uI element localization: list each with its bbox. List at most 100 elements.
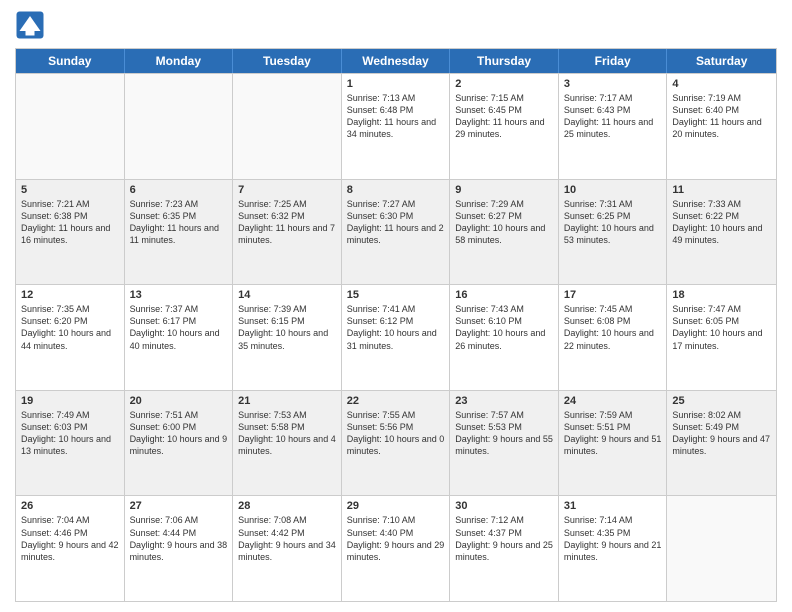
cell-info: Sunrise: 7:39 AMSunset: 6:15 PMDaylight:… [238, 303, 336, 352]
calendar-cell-1: 1 Sunrise: 7:13 AMSunset: 6:48 PMDaylight… [342, 74, 451, 179]
cell-info: Sunrise: 7:33 AMSunset: 6:22 PMDaylight:… [672, 198, 771, 247]
day-number: 22 [347, 395, 445, 407]
cell-info: Sunrise: 7:41 AMSunset: 6:12 PMDaylight:… [347, 303, 445, 352]
calendar-cell-3: 3Sunrise: 7:17 AMSunset: 6:43 PMDaylight… [559, 74, 668, 179]
day-header-wednesday: Wednesday [342, 49, 451, 73]
calendar-row-4: 19 Sunrise: 7:49 AMSunset: 6:03 PMDayligh… [16, 390, 776, 496]
calendar-cell-21: 21 Sunrise: 7:53 AMSunset: 5:58 PMDayligh… [233, 391, 342, 496]
day-number: 10 [564, 184, 662, 196]
day-header-thursday: Thursday [450, 49, 559, 73]
calendar-cell-empty [667, 496, 776, 601]
cell-info: Sunrise: 7:49 AMSunset: 6:03 PMDaylight:… [21, 409, 119, 458]
calendar-row-2: 5 Sunrise: 7:21 AMSunset: 6:38 PMDaylight… [16, 179, 776, 285]
day-number: 13 [130, 289, 228, 301]
calendar: SundayMondayTuesdayWednesdayThursdayFrid… [15, 48, 777, 602]
day-number: 21 [238, 395, 336, 407]
day-number: 14 [238, 289, 336, 301]
calendar-cell-11: 11 Sunrise: 7:33 AMSunset: 6:22 PMDayligh… [667, 180, 776, 285]
logo-icon [15, 10, 45, 40]
day-number: 4 [672, 78, 771, 90]
cell-info: Sunrise: 7:08 AMSunset: 4:42 PMDaylight:… [238, 514, 336, 563]
day-number: 19 [21, 395, 119, 407]
day-number: 11 [672, 184, 771, 196]
cell-info: Sunrise: 7:27 AMSunset: 6:30 PMDaylight:… [347, 198, 445, 247]
day-header-monday: Monday [125, 49, 234, 73]
cell-info: Sunrise: 7:51 AMSunset: 6:00 PMDaylight:… [130, 409, 228, 458]
calendar-cell-12: 12 Sunrise: 7:35 AMSunset: 6:20 PMDayligh… [16, 285, 125, 390]
cell-info: Sunrise: 7:25 AMSunset: 6:32 PMDaylight:… [238, 198, 336, 247]
day-number: 29 [347, 500, 445, 512]
day-number: 27 [130, 500, 228, 512]
calendar-cell-18: 18 Sunrise: 7:47 AMSunset: 6:05 PMDayligh… [667, 285, 776, 390]
calendar-row-1: 1 Sunrise: 7:13 AMSunset: 6:48 PMDaylight… [16, 73, 776, 179]
calendar-cell-6: 6 Sunrise: 7:23 AMSunset: 6:35 PMDaylight… [125, 180, 234, 285]
cell-info: Sunrise: 7:35 AMSunset: 6:20 PMDaylight:… [21, 303, 119, 352]
day-number: 17 [564, 289, 662, 301]
calendar-cell-13: 13Sunrise: 7:37 AMSunset: 6:17 PMDayligh… [125, 285, 234, 390]
calendar-cell-29: 29 Sunrise: 7:10 AMSunset: 4:40 PMDayligh… [342, 496, 451, 601]
calendar-cell-2: 2 Sunrise: 7:15 AMSunset: 6:45 PMDaylight… [450, 74, 559, 179]
cell-info: Sunrise: 7:19 AMSunset: 6:40 PMDaylight:… [672, 92, 771, 141]
cell-info: Sunrise: 7:21 AMSunset: 6:38 PMDaylight:… [21, 198, 119, 247]
cell-info: Sunrise: 7:55 AMSunset: 5:56 PMDaylight:… [347, 409, 445, 458]
calendar-cell-4: 4 Sunrise: 7:19 AMSunset: 6:40 PMDaylight… [667, 74, 776, 179]
calendar-body: 1 Sunrise: 7:13 AMSunset: 6:48 PMDaylight… [16, 73, 776, 601]
day-number: 15 [347, 289, 445, 301]
calendar-cell-25: 25Sunrise: 8:02 AMSunset: 5:49 PMDayligh… [667, 391, 776, 496]
day-number: 20 [130, 395, 228, 407]
calendar-cell-19: 19 Sunrise: 7:49 AMSunset: 6:03 PMDayligh… [16, 391, 125, 496]
header [15, 10, 777, 40]
day-number: 26 [21, 500, 119, 512]
day-number: 18 [672, 289, 771, 301]
calendar-cell-14: 14 Sunrise: 7:39 AMSunset: 6:15 PMDayligh… [233, 285, 342, 390]
day-header-saturday: Saturday [667, 49, 776, 73]
day-number: 2 [455, 78, 553, 90]
calendar-row-3: 12 Sunrise: 7:35 AMSunset: 6:20 PMDayligh… [16, 284, 776, 390]
calendar-row-5: 26 Sunrise: 7:04 AMSunset: 4:46 PMDayligh… [16, 495, 776, 601]
cell-info: Sunrise: 7:06 AMSunset: 4:44 PMDaylight:… [130, 514, 228, 563]
page: SundayMondayTuesdayWednesdayThursdayFrid… [0, 0, 792, 612]
cell-info: Sunrise: 7:59 AMSunset: 5:51 PMDaylight:… [564, 409, 662, 458]
cell-info: Sunrise: 7:47 AMSunset: 6:05 PMDaylight:… [672, 303, 771, 352]
day-number: 25 [672, 395, 771, 407]
calendar-cell-24: 24Sunrise: 7:59 AMSunset: 5:51 PMDayligh… [559, 391, 668, 496]
day-header-friday: Friday [559, 49, 668, 73]
calendar-cell-23: 23 Sunrise: 7:57 AMSunset: 5:53 PMDayligh… [450, 391, 559, 496]
day-number: 1 [347, 78, 445, 90]
calendar-cell-20: 20 Sunrise: 7:51 AMSunset: 6:00 PMDayligh… [125, 391, 234, 496]
cell-info: Sunrise: 7:10 AMSunset: 4:40 PMDaylight:… [347, 514, 445, 563]
day-header-tuesday: Tuesday [233, 49, 342, 73]
day-number: 31 [564, 500, 662, 512]
calendar-cell-28: 28 Sunrise: 7:08 AMSunset: 4:42 PMDayligh… [233, 496, 342, 601]
cell-info: Sunrise: 7:31 AMSunset: 6:25 PMDaylight:… [564, 198, 662, 247]
calendar-cell-16: 16Sunrise: 7:43 AMSunset: 6:10 PMDayligh… [450, 285, 559, 390]
calendar-cell-9: 9Sunrise: 7:29 AMSunset: 6:27 PMDaylight… [450, 180, 559, 285]
day-number: 9 [455, 184, 553, 196]
day-number: 23 [455, 395, 553, 407]
day-number: 7 [238, 184, 336, 196]
cell-info: Sunrise: 7:04 AMSunset: 4:46 PMDaylight:… [21, 514, 119, 563]
cell-info: Sunrise: 7:57 AMSunset: 5:53 PMDaylight:… [455, 409, 553, 458]
cell-info: Sunrise: 7:13 AMSunset: 6:48 PMDaylight:… [347, 92, 445, 141]
calendar-cell-17: 17 Sunrise: 7:45 AMSunset: 6:08 PMDayligh… [559, 285, 668, 390]
calendar-header: SundayMondayTuesdayWednesdayThursdayFrid… [16, 49, 776, 73]
cell-info: Sunrise: 7:53 AMSunset: 5:58 PMDaylight:… [238, 409, 336, 458]
cell-info: Sunrise: 7:12 AMSunset: 4:37 PMDaylight:… [455, 514, 553, 563]
cell-info: Sunrise: 7:45 AMSunset: 6:08 PMDaylight:… [564, 303, 662, 352]
day-number: 12 [21, 289, 119, 301]
cell-info: Sunrise: 7:15 AMSunset: 6:45 PMDaylight:… [455, 92, 553, 141]
day-number: 6 [130, 184, 228, 196]
cell-info: Sunrise: 7:14 AMSunset: 4:35 PMDaylight:… [564, 514, 662, 563]
logo [15, 10, 49, 40]
calendar-cell-5: 5 Sunrise: 7:21 AMSunset: 6:38 PMDaylight… [16, 180, 125, 285]
day-number: 16 [455, 289, 553, 301]
calendar-cell-27: 27 Sunrise: 7:06 AMSunset: 4:44 PMDayligh… [125, 496, 234, 601]
day-number: 5 [21, 184, 119, 196]
calendar-cell-10: 10 Sunrise: 7:31 AMSunset: 6:25 PMDayligh… [559, 180, 668, 285]
calendar-cell-8: 8 Sunrise: 7:27 AMSunset: 6:30 PMDaylight… [342, 180, 451, 285]
calendar-cell-15: 15 Sunrise: 7:41 AMSunset: 6:12 PMDayligh… [342, 285, 451, 390]
day-number: 8 [347, 184, 445, 196]
day-number: 28 [238, 500, 336, 512]
cell-info: Sunrise: 7:23 AMSunset: 6:35 PMDaylight:… [130, 198, 228, 247]
calendar-cell-22: 22 Sunrise: 7:55 AMSunset: 5:56 PMDayligh… [342, 391, 451, 496]
